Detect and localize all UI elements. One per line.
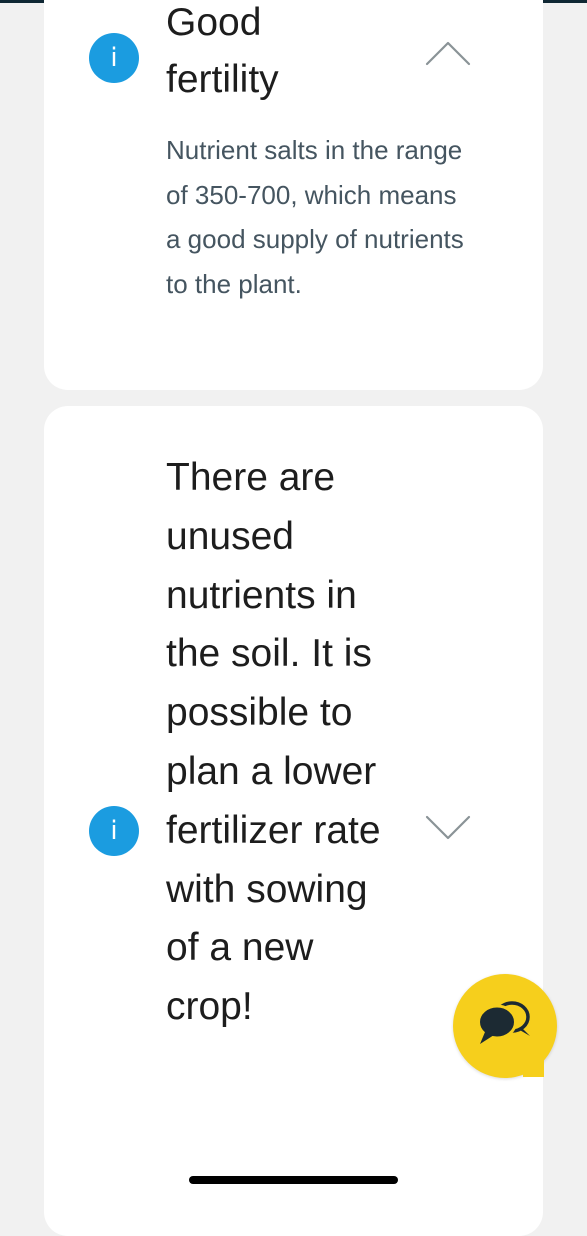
home-indicator	[189, 1176, 398, 1184]
card-title-good-fertility: Good fertility	[166, 1, 279, 101]
chat-bubbles-icon	[477, 1001, 530, 1044]
card-description: Nutrient salts in the range of 350-700, …	[166, 135, 464, 299]
info-icon[interactable]: i	[89, 33, 139, 83]
chevron-down-icon[interactable]	[425, 815, 471, 841]
chevron-up-icon[interactable]	[425, 40, 471, 66]
chat-button-tab	[523, 1046, 544, 1077]
info-icon[interactable]: i	[89, 806, 139, 856]
card-title-unused-nutrients: There are unused nutrients in the soil. …	[166, 456, 381, 1029]
